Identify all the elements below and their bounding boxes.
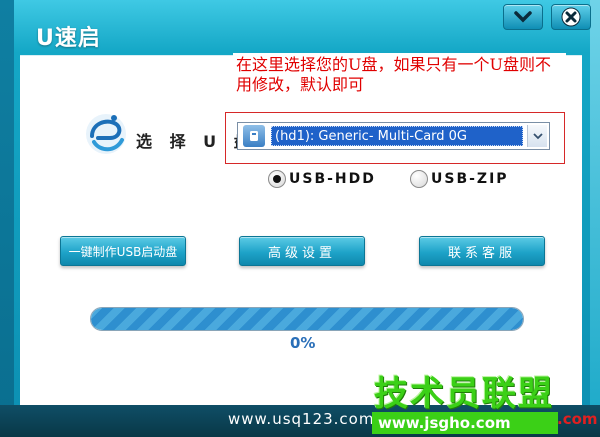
watermark-title: 技术员联盟 <box>374 374 554 414</box>
watermark-suffix: .com <box>557 410 598 428</box>
chevron-down-icon <box>532 133 543 140</box>
radio-usb-hdd[interactable]: USB-HDD <box>268 170 376 188</box>
minimize-button[interactable] <box>503 4 543 30</box>
progress-text: 0% <box>290 334 316 352</box>
footer-url[interactable]: www.usq123.com <box>228 410 374 428</box>
progress-bar <box>90 307 524 331</box>
radio-selected-icon <box>268 170 286 188</box>
progress-fill <box>91 308 523 330</box>
make-boot-disk-button[interactable]: 一键制作USB启动盘 <box>60 236 186 266</box>
radio-usb-zip-label: USB-ZIP <box>431 171 509 187</box>
window-title: U速启 <box>36 26 101 51</box>
radio-unselected-icon <box>410 170 428 188</box>
close-icon <box>561 7 581 27</box>
contact-support-button[interactable]: 联系客服 <box>419 236 545 266</box>
watermark-site: www.jsgho.com <box>372 412 558 434</box>
dropdown-arrow-button[interactable] <box>527 125 547 147</box>
radio-usb-zip[interactable]: USB-ZIP <box>410 170 509 188</box>
disk-select-value: (hd1): Generic- Multi-Card 0G <box>271 126 523 146</box>
usb-drive-icon <box>243 125 265 147</box>
disk-select[interactable]: (hd1): Generic- Multi-Card 0G <box>237 122 550 150</box>
radio-usb-hdd-label: USB-HDD <box>289 171 376 187</box>
chevron-down-icon <box>514 11 532 23</box>
app-logo-icon <box>86 114 126 154</box>
desktop-edge-right <box>590 0 600 437</box>
advanced-settings-button[interactable]: 高级设置 <box>239 236 365 266</box>
desktop-edge-left <box>0 0 14 437</box>
instruction-note: 在这里选择您的U盘，如果只有一个U盘则不用修改，默认即可 <box>233 53 566 103</box>
main-panel <box>20 55 582 405</box>
close-button[interactable] <box>551 4 591 30</box>
